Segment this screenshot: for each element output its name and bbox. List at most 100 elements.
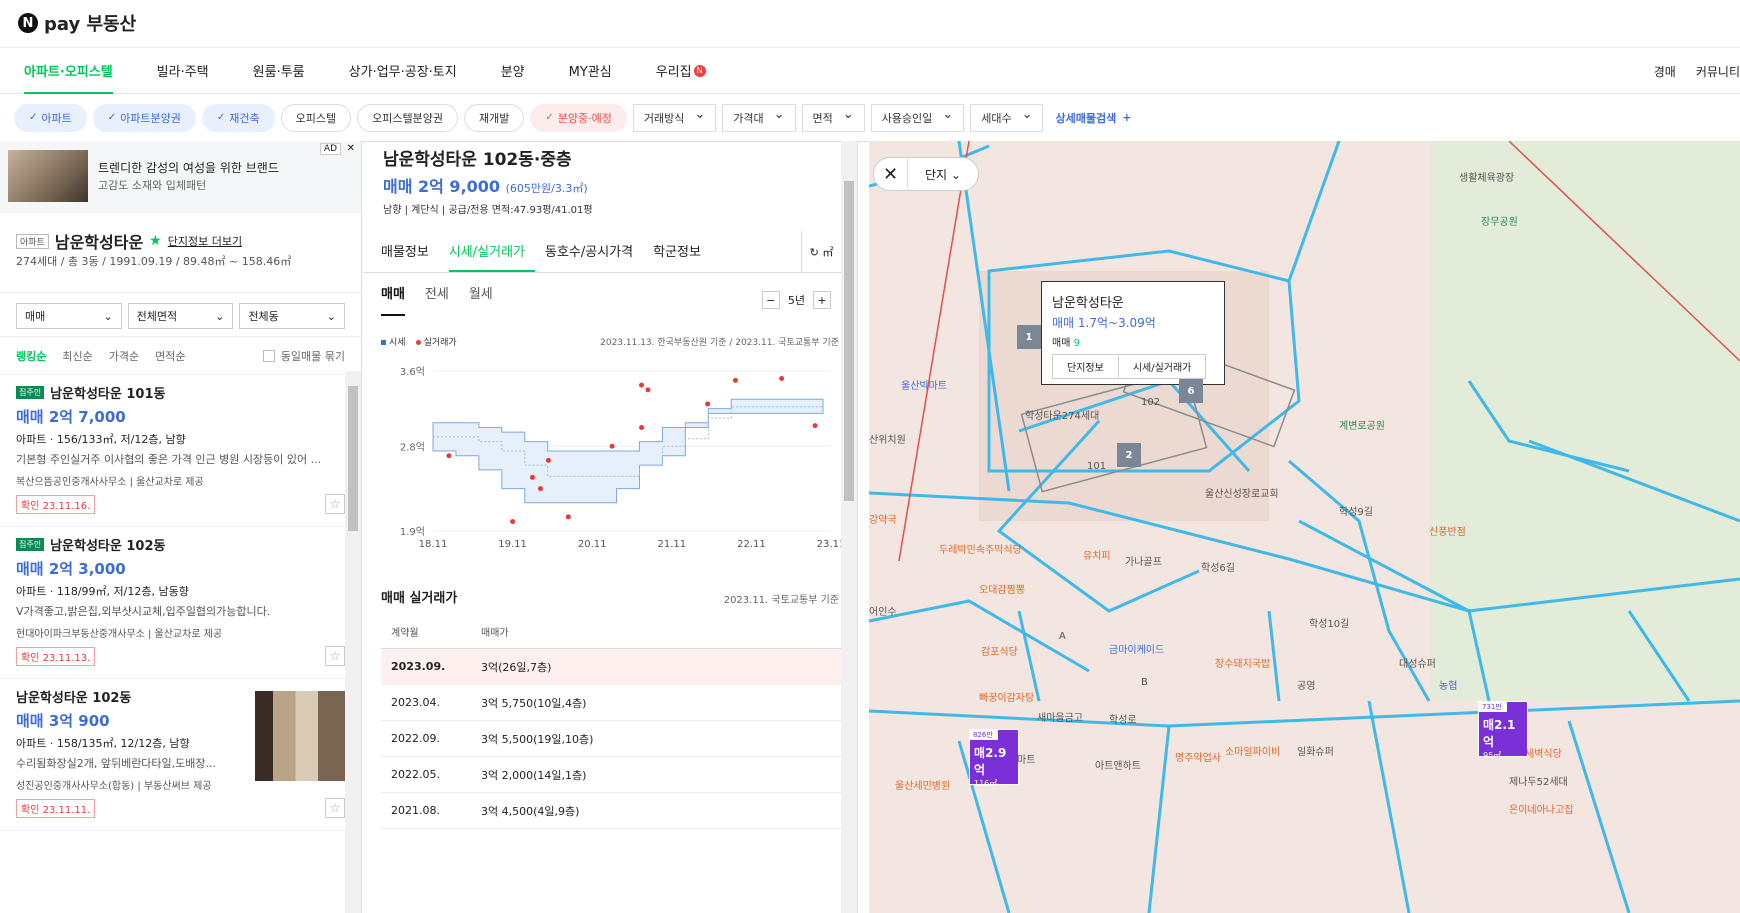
map-view[interactable]: ✕ 단지 ⌄ 남운학성타운 매매 1.7억~3.09억 매매 9 단지정보 시세… bbox=[869, 141, 1740, 913]
dropdown-households[interactable]: 세대수 bbox=[970, 103, 1044, 132]
map-label[interactable]: 어인수 bbox=[869, 603, 897, 618]
detail-scrollbar[interactable] bbox=[841, 141, 857, 913]
star-icon[interactable]: ★ bbox=[149, 233, 162, 249]
map-label[interactable]: 울산세민병원 bbox=[895, 777, 950, 792]
map-label[interactable]: 아트앤하트 bbox=[1095, 757, 1141, 772]
nav-auction[interactable]: 경매 bbox=[1654, 63, 1676, 80]
map-label[interactable]: 공영 bbox=[1297, 677, 1315, 692]
nav-my-interest[interactable]: MY관심 bbox=[569, 48, 612, 94]
map-label[interactable]: 새마을금고 bbox=[1037, 709, 1083, 724]
detail-search-button[interactable]: 상세매물검색 + bbox=[1055, 110, 1131, 126]
nav-oneroom[interactable]: 원룸·투룸 bbox=[253, 48, 305, 94]
map-label[interactable]: 학성10길 bbox=[1309, 615, 1349, 630]
popup-price-button[interactable]: 시세/실거래가 bbox=[1119, 355, 1206, 378]
nav-commercial[interactable]: 상가·업무·공장·토지 bbox=[349, 48, 457, 94]
actual-price-point[interactable] bbox=[565, 514, 571, 520]
nav-villa[interactable]: 빌라·주택 bbox=[157, 48, 209, 94]
map-label[interactable]: A bbox=[1059, 631, 1066, 642]
period-minus-button[interactable]: − bbox=[761, 291, 780, 309]
favorite-star-icon[interactable]: ☆ bbox=[325, 494, 345, 514]
tab-school[interactable]: 학군정보 bbox=[653, 241, 711, 272]
sort-area[interactable]: 면적순 bbox=[155, 348, 185, 364]
tab-listing-info[interactable]: 매물정보 bbox=[381, 241, 439, 272]
map-label[interactable]: B bbox=[1141, 677, 1148, 688]
map-label[interactable]: 빠꿍이감자탕 bbox=[979, 689, 1034, 704]
select-trade[interactable]: 매매 ⌄ bbox=[16, 303, 122, 329]
dropdown-approval-date[interactable]: 사용승인일 bbox=[870, 103, 965, 132]
scroll-thumb[interactable] bbox=[844, 181, 854, 501]
list-item[interactable]: 집주인 남운학성타운 101동 매매 2억 7,000 아파트 · 156/133… bbox=[0, 375, 345, 527]
map-label[interactable]: 은이네아나고집 bbox=[1509, 801, 1573, 816]
map-label[interactable]: 감포식당 bbox=[981, 643, 1018, 658]
map-mode-dropdown[interactable]: 단지 ⌄ bbox=[908, 166, 978, 183]
map-label[interactable]: 유치피 bbox=[1083, 547, 1111, 562]
sort-price[interactable]: 가격순 bbox=[109, 348, 139, 364]
building-pin[interactable]: 1 bbox=[1017, 325, 1041, 349]
actual-price-point[interactable] bbox=[645, 387, 651, 393]
tab-price-history[interactable]: 시세/실거래가 bbox=[448, 241, 535, 272]
map-label[interactable]: 학성6길 bbox=[1201, 559, 1235, 574]
map-label[interactable]: 강약국 bbox=[869, 511, 897, 526]
list-item[interactable]: 집주인 남운학성타운 102동 매매 2억 3,000 아파트 · 118/99㎡… bbox=[0, 527, 345, 679]
chip-apartment-presale-right[interactable]: 아파트분양권 bbox=[92, 103, 196, 132]
actual-price-point[interactable] bbox=[732, 377, 738, 383]
chip-redevelopment[interactable]: 재개발 bbox=[463, 103, 525, 132]
nav-apartment-officetel[interactable]: 아파트·오피스텔 bbox=[24, 48, 113, 94]
actual-price-point[interactable] bbox=[530, 474, 535, 480]
dropdown-price[interactable]: 가격대 bbox=[722, 103, 796, 132]
ad-banner[interactable]: 트렌디한 감성의 여성을 위한 브랜드 고감도 소재와 입체패턴 AD ✕ bbox=[0, 141, 361, 213]
map-label[interactable]: 마트 bbox=[1017, 751, 1035, 766]
listing-photo[interactable] bbox=[255, 691, 345, 781]
listing-scrollbar[interactable] bbox=[345, 371, 361, 913]
scroll-thumb[interactable] bbox=[348, 386, 358, 531]
brand-logo[interactable]: N pay 부동산 bbox=[18, 10, 136, 36]
price-pin[interactable]: 826만 매2.9억 116㎡ bbox=[969, 729, 1019, 788]
map-label[interactable]: 산위치원 bbox=[869, 431, 906, 446]
map-label[interactable]: 농협 bbox=[1439, 677, 1457, 692]
price-pin[interactable]: 731만 매2.1억 95㎡ bbox=[1478, 701, 1528, 760]
unit-toggle-button[interactable]: ↻ ㎡ bbox=[801, 231, 841, 273]
sort-ranking[interactable]: 랭킹순 bbox=[16, 348, 46, 364]
favorite-star-icon[interactable]: ☆ bbox=[325, 646, 345, 666]
group-same-checkbox[interactable]: 동일매물 묶기 bbox=[262, 348, 345, 364]
chip-officetel[interactable]: 오피스텔 bbox=[280, 103, 352, 132]
subtab-monthly[interactable]: 월세 bbox=[469, 283, 493, 316]
complex-more-link[interactable]: 단지정보 더보기 bbox=[168, 233, 242, 249]
actual-price-point[interactable] bbox=[510, 519, 516, 525]
list-item[interactable]: 남운학성타운 102동 매매 3억 900 아파트 · 158/135㎡, 12… bbox=[0, 679, 345, 831]
building-pin[interactable]: 6 bbox=[1179, 379, 1203, 403]
map-label[interactable]: 울산빅마트 bbox=[901, 377, 947, 392]
subtab-sale[interactable]: 매매 bbox=[381, 283, 405, 316]
nav-community[interactable]: 커뮤니티 bbox=[1696, 63, 1740, 80]
map-label[interactable]: 학성9길 bbox=[1339, 503, 1373, 518]
chip-officetel-presale-right[interactable]: 오피스텔분양권 bbox=[357, 103, 458, 132]
map-label[interactable]: 가나골프 bbox=[1125, 553, 1162, 568]
dropdown-trade-type[interactable]: 거래방식 bbox=[632, 103, 717, 132]
actual-price-point[interactable] bbox=[639, 424, 645, 430]
map-label[interactable]: 세벽식당 bbox=[1525, 745, 1562, 760]
map-label[interactable]: 금마이케이드 bbox=[1109, 641, 1164, 656]
map-label[interactable]: 소마일파이비 bbox=[1225, 743, 1280, 758]
nav-presale[interactable]: 분양 bbox=[501, 48, 525, 94]
table-row[interactable]: 2021.08. 3억 4,500(4일,9층) bbox=[381, 793, 841, 829]
ad-close-icon[interactable]: ✕ bbox=[347, 143, 355, 154]
period-plus-button[interactable]: + bbox=[813, 291, 831, 309]
actual-price-point[interactable] bbox=[609, 443, 615, 449]
table-row[interactable]: 2023.09. 3억(26일,7층) bbox=[381, 649, 841, 685]
close-icon[interactable]: ✕ bbox=[874, 157, 908, 191]
popup-complex-info-button[interactable]: 단지정보 bbox=[1053, 355, 1119, 378]
table-row[interactable]: 2022.09. 3억 5,500(19일,10층) bbox=[381, 721, 841, 757]
map-label[interactable]: 오대감짬뽕 bbox=[979, 581, 1025, 596]
actual-price-point[interactable] bbox=[705, 401, 711, 407]
map-label[interactable]: 계변로공원 bbox=[1339, 417, 1385, 432]
map-label[interactable]: 대성슈퍼 bbox=[1399, 655, 1436, 670]
subtab-jeonse[interactable]: 전세 bbox=[425, 283, 449, 316]
map-label[interactable]: 제나두52세대 bbox=[1509, 773, 1568, 788]
actual-price-point[interactable] bbox=[537, 486, 543, 492]
actual-price-point[interactable] bbox=[545, 457, 551, 463]
select-building[interactable]: 전체동 ⌄ bbox=[239, 303, 346, 329]
map-label[interactable]: 명주약업사 bbox=[1175, 749, 1221, 764]
map-label[interactable]: 신풍반점 bbox=[1429, 523, 1466, 538]
favorite-star-icon[interactable]: ☆ bbox=[325, 798, 345, 818]
actual-price-point[interactable] bbox=[779, 376, 785, 382]
